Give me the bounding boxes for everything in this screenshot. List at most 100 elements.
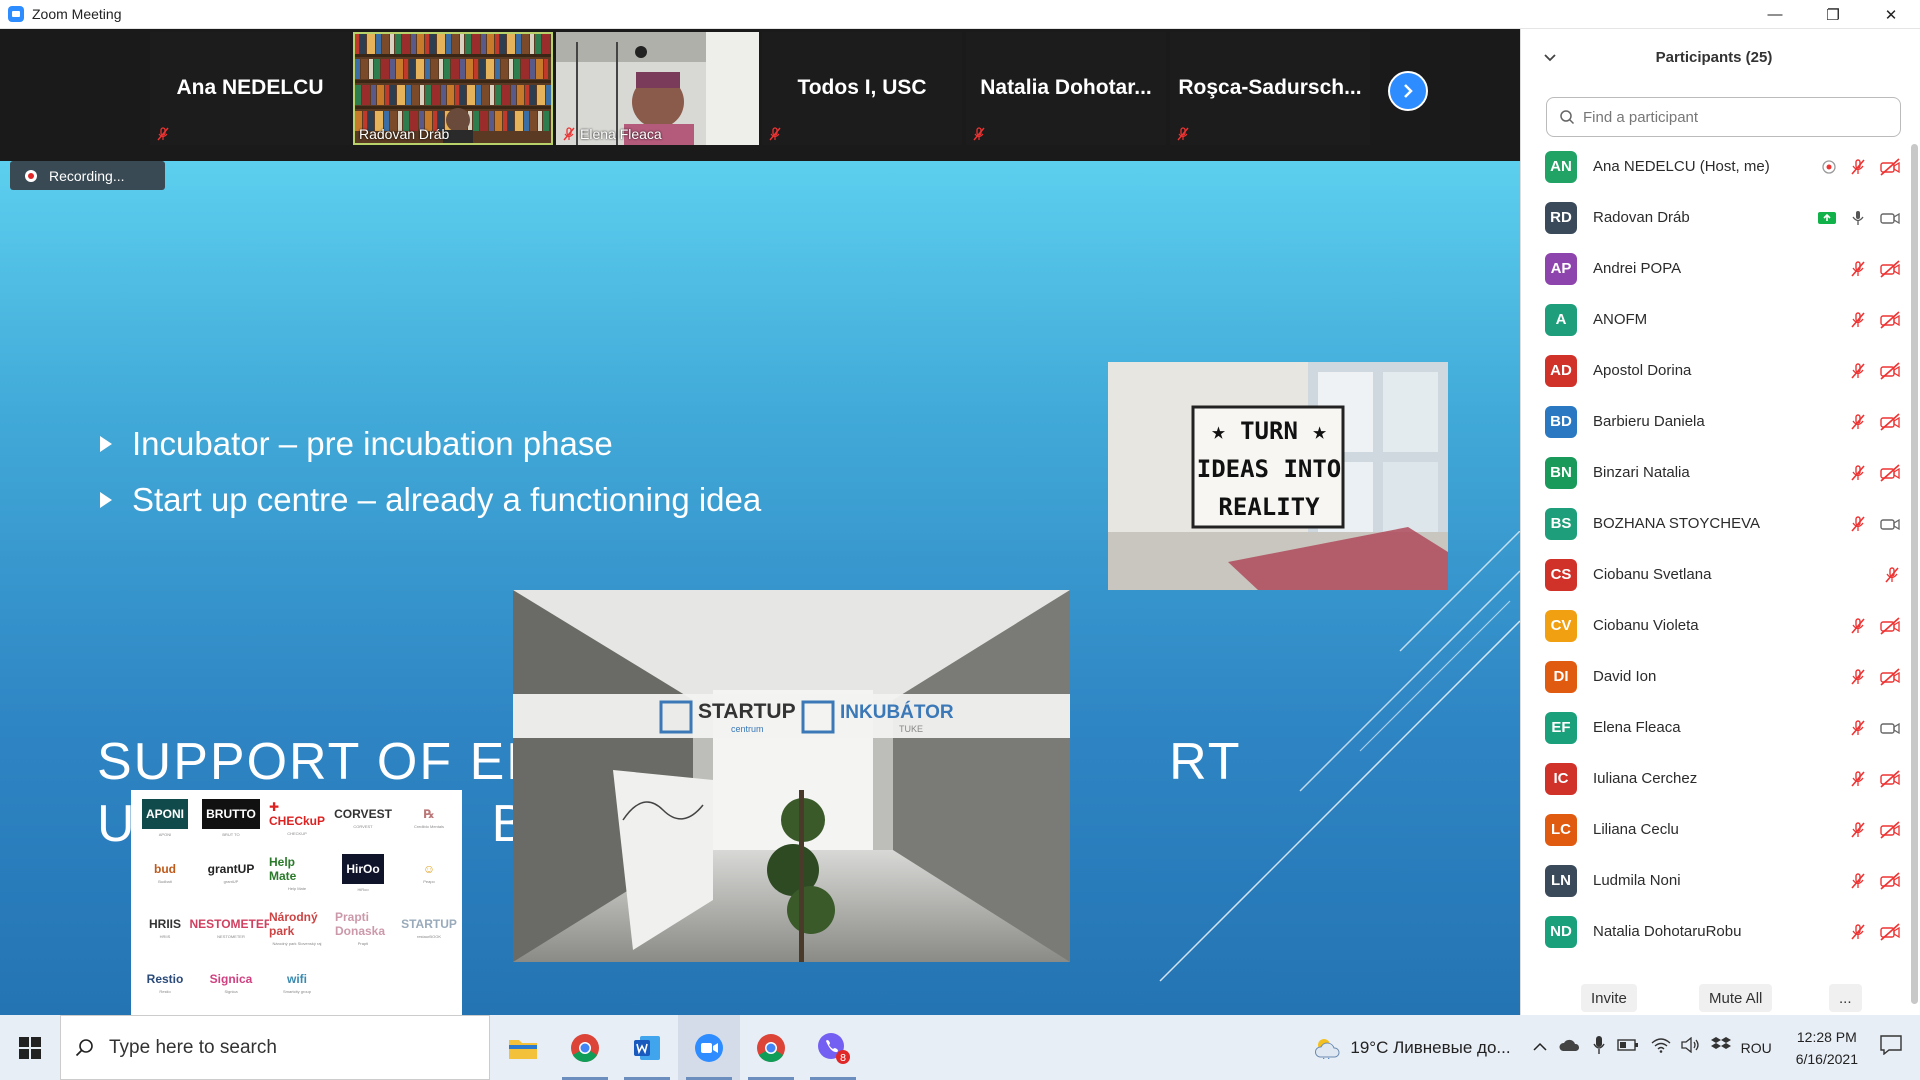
video-off-icon[interactable] — [1879, 361, 1901, 380]
mic-muted-icon[interactable] — [1849, 464, 1867, 482]
participant-search[interactable] — [1546, 97, 1901, 137]
window-titlebar: Zoom Meeting — ❐ ✕ — [0, 0, 1920, 29]
participant-row[interactable]: EF Elena Fleaca — [1521, 702, 1911, 753]
search-icon — [1560, 110, 1575, 125]
participant-row[interactable]: DI David Ion — [1521, 651, 1911, 702]
video-on-icon[interactable] — [1879, 209, 1901, 227]
participant-row[interactable]: BS BOZHANA STOYCHEVA — [1521, 498, 1911, 549]
mic-muted-icon[interactable] — [1883, 566, 1901, 584]
dropbox-icon[interactable] — [1710, 1036, 1731, 1059]
video-tile[interactable]: Elena Fleaca — [556, 32, 759, 145]
mic-muted-icon[interactable] — [1849, 311, 1867, 329]
onedrive-icon[interactable] — [1559, 1038, 1581, 1057]
logo-text: Restio — [146, 972, 184, 986]
word-taskbar-button[interactable] — [616, 1015, 678, 1080]
mic-muted-icon[interactable] — [1849, 668, 1867, 686]
video-on-icon[interactable] — [1879, 515, 1901, 533]
chevron-up-icon[interactable] — [1533, 1039, 1547, 1057]
participant-row[interactable]: BN Binzari Natalia — [1521, 447, 1911, 498]
participant-search-input[interactable] — [1583, 108, 1883, 126]
participant-row[interactable]: AP Andrei POPA — [1521, 243, 1911, 294]
participant-avatar: IC — [1545, 762, 1577, 795]
participant-avatar: LN — [1545, 864, 1577, 897]
participant-row[interactable]: RD Radovan Dráb — [1521, 192, 1911, 243]
participant-row[interactable]: CV Ciobanu Violeta — [1521, 600, 1911, 651]
invite-button[interactable]: Invite — [1581, 984, 1637, 1012]
mute-all-button[interactable]: Mute All — [1699, 984, 1773, 1012]
video-tile[interactable]: Roşca-Sadursch... — [1170, 32, 1370, 145]
mic-muted-icon[interactable] — [1849, 719, 1867, 737]
notifications-icon[interactable] — [1880, 1035, 1902, 1060]
recording-indicator[interactable]: Recording... — [10, 161, 165, 190]
mic-muted-icon[interactable] — [1849, 362, 1867, 380]
mic-muted-icon[interactable] — [1849, 821, 1867, 839]
more-options-button[interactable]: ... — [1829, 984, 1862, 1012]
slide-bullet: Incubator – pre incubation phase — [100, 416, 761, 472]
video-off-icon[interactable] — [1879, 616, 1901, 635]
battery-icon[interactable] — [1616, 1038, 1639, 1057]
system-tray: 19°C Ливневые до... ROU 12:28 PM 6/16/20… — [1314, 1015, 1920, 1080]
chrome-taskbar-button-2[interactable] — [740, 1015, 802, 1080]
weather-text[interactable]: 19°C Ливневые до... — [1350, 1038, 1510, 1058]
mic-muted-icon[interactable] — [1849, 515, 1867, 533]
mic-muted-icon[interactable] — [1849, 260, 1867, 278]
taskbar-clock[interactable]: 12:28 PM 6/16/2021 — [1796, 1026, 1858, 1070]
video-off-icon[interactable] — [1879, 820, 1901, 839]
participant-list-scrollbar[interactable] — [1911, 144, 1918, 1004]
logo-text: Prapti Donaska — [335, 910, 391, 938]
video-off-icon[interactable] — [1879, 463, 1901, 482]
video-on-icon[interactable] — [1879, 719, 1901, 737]
mic-muted-icon[interactable] — [1849, 770, 1867, 788]
chrome-taskbar-button[interactable] — [554, 1015, 616, 1080]
startup-logo: Restio Restio — [137, 959, 193, 1007]
mic-muted-icon[interactable] — [1849, 413, 1867, 431]
wifi-icon[interactable] — [1651, 1037, 1671, 1058]
video-tile[interactable]: Ana NEDELCU — [150, 32, 350, 145]
zoom-taskbar-button[interactable] — [678, 1015, 740, 1080]
participant-row[interactable]: LC Liliana Ceclu — [1521, 804, 1911, 855]
taskbar-search-box[interactable]: Type here to search — [60, 1015, 490, 1080]
participant-status-icons — [1849, 463, 1901, 482]
video-tile[interactable]: Radovan Dráb — [353, 32, 553, 145]
participant-row[interactable]: ND Natalia DohotaruRobu — [1521, 906, 1911, 957]
viber-taskbar-button[interactable]: 8 — [802, 1015, 864, 1080]
video-tile[interactable]: Todos I, USC — [762, 32, 962, 145]
video-off-icon[interactable] — [1879, 310, 1901, 329]
start-button[interactable] — [0, 1015, 60, 1080]
participant-row[interactable]: AN Ana NEDELCU (Host, me) — [1521, 141, 1911, 192]
restore-button[interactable]: ❐ — [1804, 0, 1862, 29]
logo-caption: restaurBOOK — [416, 934, 441, 939]
zoom-icon — [695, 1033, 723, 1062]
microphone-icon[interactable] — [1592, 1035, 1605, 1060]
close-button[interactable]: ✕ — [1862, 0, 1920, 29]
video-off-icon[interactable] — [1879, 412, 1901, 431]
logo-caption: NESTOMETER — [217, 934, 245, 939]
participant-row[interactable]: IC Iuliana Cerchez — [1521, 753, 1911, 804]
participant-status-icons — [1849, 820, 1901, 839]
volume-icon[interactable] — [1680, 1036, 1701, 1058]
video-off-icon[interactable] — [1879, 667, 1901, 686]
video-tile[interactable]: Natalia Dohotar... — [966, 32, 1166, 145]
participant-row[interactable]: AD Apostol Dorina — [1521, 345, 1911, 396]
startup-logo: bud Budbait — [137, 849, 193, 897]
mic-muted-icon[interactable] — [1849, 617, 1867, 635]
video-off-icon[interactable] — [1879, 871, 1901, 890]
video-off-icon[interactable] — [1879, 157, 1901, 176]
file-explorer-taskbar-button[interactable] — [492, 1015, 554, 1080]
video-off-icon[interactable] — [1879, 769, 1901, 788]
mic-on-icon[interactable] — [1849, 209, 1867, 227]
mic-muted-icon[interactable] — [1849, 872, 1867, 890]
mic-muted-icon[interactable] — [1849, 923, 1867, 941]
weather-cloud-icon[interactable] — [1314, 1037, 1342, 1059]
participant-row[interactable]: CS Ciobanu Svetlana — [1521, 549, 1911, 600]
participant-row[interactable]: BD Barbieru Daniela — [1521, 396, 1911, 447]
participant-row[interactable]: A ANOFM — [1521, 294, 1911, 345]
input-language[interactable]: ROU — [1741, 1040, 1772, 1056]
mic-muted-icon[interactable] — [1849, 158, 1867, 176]
video-off-icon[interactable] — [1879, 259, 1901, 278]
next-page-button[interactable] — [1388, 71, 1428, 111]
participant-row[interactable]: LN Ludmila Noni — [1521, 855, 1911, 906]
video-off-icon[interactable] — [1879, 922, 1901, 941]
startup-logo: BRUTTO BRUT TO — [202, 794, 260, 842]
minimize-button[interactable]: — — [1746, 0, 1804, 29]
